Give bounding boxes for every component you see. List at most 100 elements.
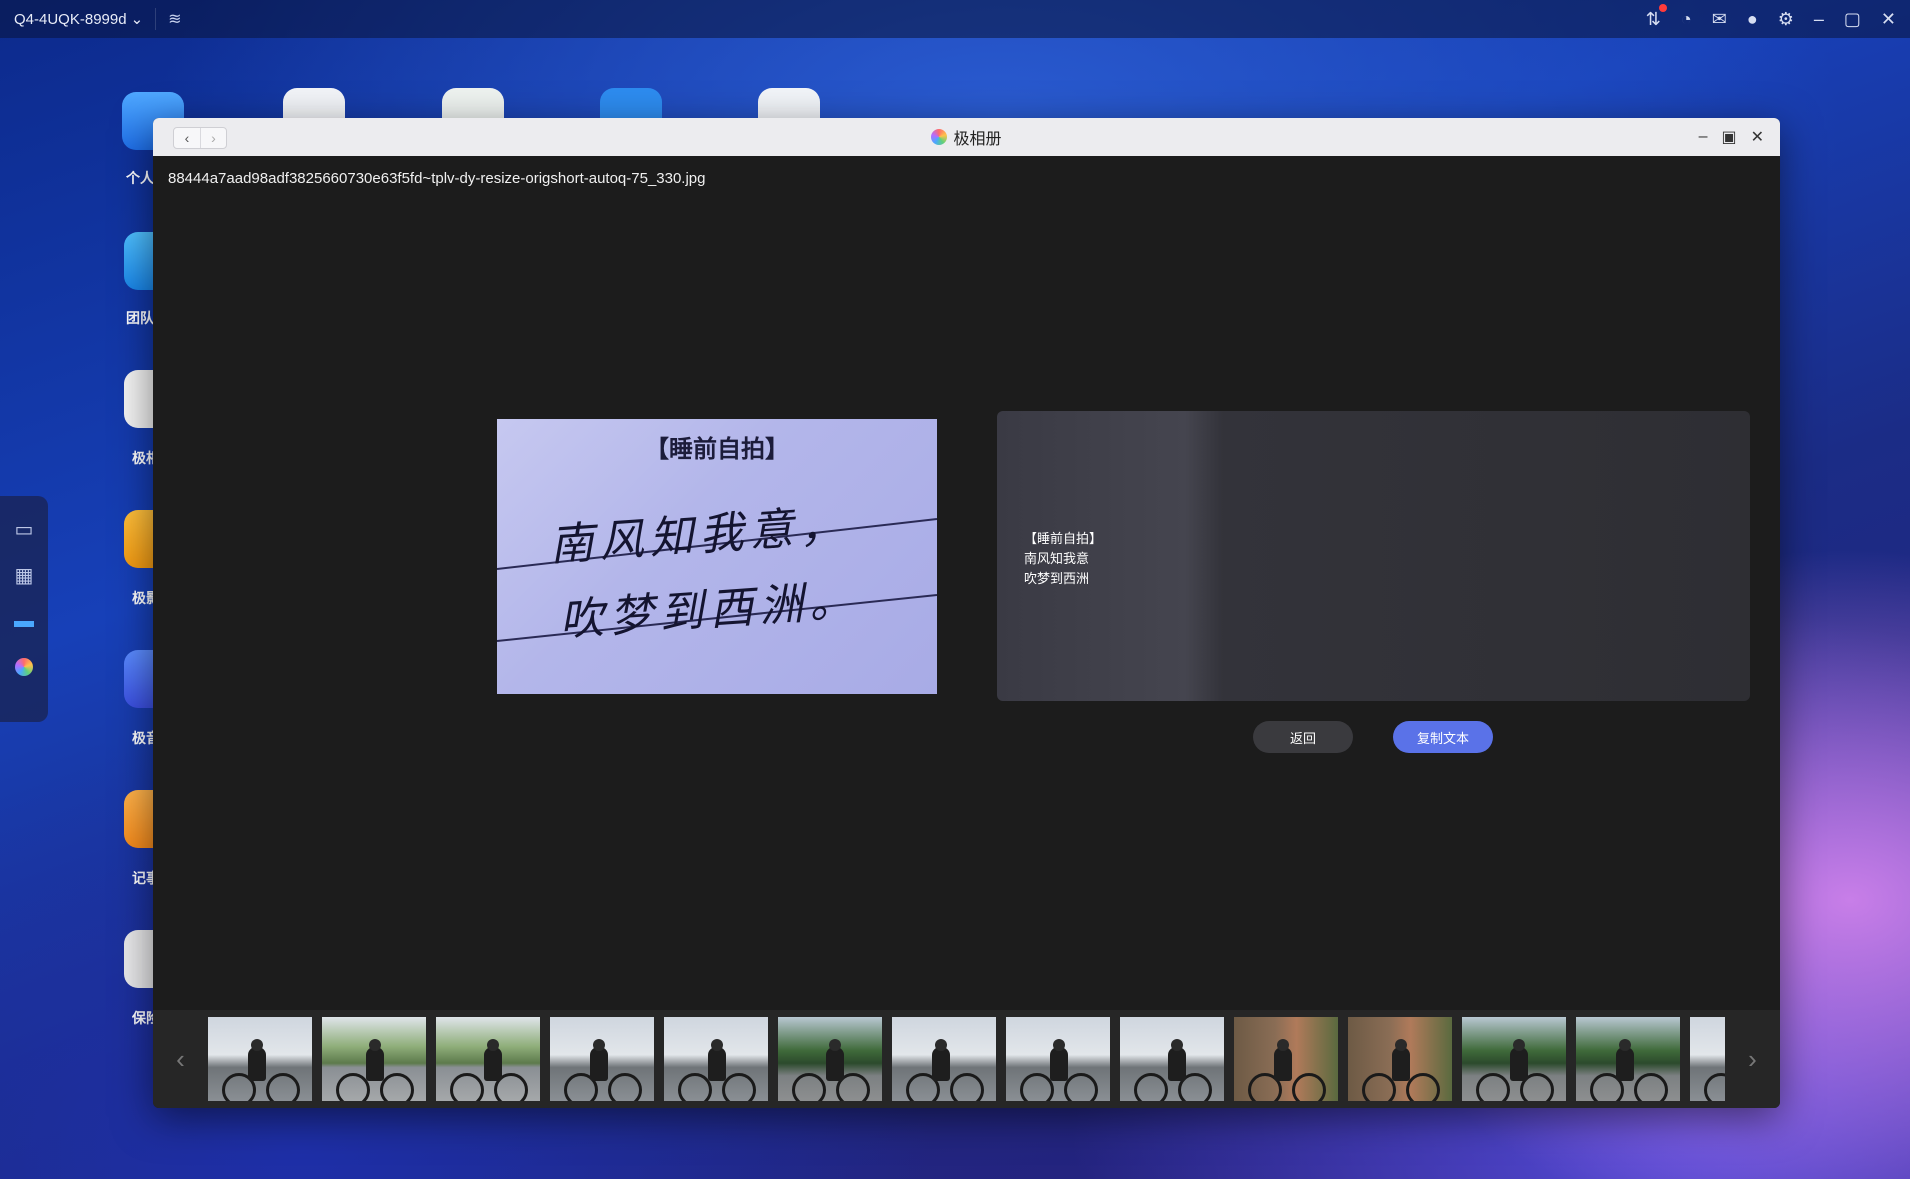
speed-icon[interactable]: ◔ <box>1681 9 1692 30</box>
thumbnail[interactable] <box>436 1017 540 1101</box>
thumb-head <box>1277 1039 1289 1051</box>
thumb-wheel <box>792 1073 826 1101</box>
wifi-icon[interactable]: ≋ <box>168 9 181 29</box>
thumb-wheel <box>722 1073 756 1101</box>
thumb-head <box>935 1039 947 1051</box>
thumb-wheel <box>450 1073 484 1101</box>
thumb-wheel <box>266 1073 300 1101</box>
thumb-wheel <box>678 1073 712 1101</box>
window-title: 极相册 <box>153 125 1780 149</box>
thumbnail[interactable] <box>1690 1017 1725 1101</box>
window-maximize-icon[interactable]: ▣ <box>1721 127 1736 147</box>
thumb-wheel <box>950 1073 984 1101</box>
drive-icon[interactable]: ▭ <box>11 516 37 542</box>
ocr-line-3: 吹梦到西洲 <box>1024 571 1090 586</box>
apps-grid-icon[interactable]: ▦ <box>11 562 37 588</box>
photo-preview: 【睡前自拍】 南风知我意， 吹梦到西洲。 <box>497 419 937 694</box>
thumb-wheel <box>1134 1073 1168 1101</box>
thumb-head <box>251 1039 263 1051</box>
thumb-head <box>1619 1039 1631 1051</box>
mail-icon[interactable]: ✉ <box>1712 9 1727 30</box>
app-logo-icon <box>931 129 948 145</box>
chevron-down-icon: ⌄ <box>130 11 144 28</box>
photos-dock-icon[interactable] <box>11 654 37 680</box>
thumbnail[interactable] <box>1348 1017 1452 1101</box>
thumb-wheel <box>1634 1073 1668 1101</box>
left-dock: ▭ ▦ ▬ <box>0 496 48 722</box>
window-titlebar[interactable]: ‹ › 极相册 – ▣ ✕ <box>153 118 1780 156</box>
thumbnail[interactable] <box>1006 1017 1110 1101</box>
thumb-wheel <box>380 1073 414 1101</box>
device-selector[interactable]: Q4-4UQK-8999d ⌄ <box>14 8 157 30</box>
file-name: 88444a7aad98adf3825660730e63f5fd~tplv-dy… <box>168 170 706 187</box>
desktop-label-team: 团队 <box>126 310 154 326</box>
thumbnail[interactable] <box>892 1017 996 1101</box>
thumbnail-strip: ‹ › <box>153 1010 1780 1108</box>
thumbnail[interactable] <box>1462 1017 1566 1101</box>
thumb-head <box>1395 1039 1407 1051</box>
user-icon[interactable]: ● <box>1747 9 1758 30</box>
thumb-rider <box>1274 1047 1292 1081</box>
thumb-head <box>487 1039 499 1051</box>
system-tray: ⇅ ◔ ✉ ● ⚙ – ▢ ✕ <box>1646 0 1896 38</box>
thumb-head <box>369 1039 381 1051</box>
thumbnail[interactable] <box>322 1017 426 1101</box>
strip-prev-icon[interactable]: ‹ <box>153 1010 208 1108</box>
thumb-rider <box>366 1047 384 1081</box>
thumb-wheel <box>1292 1073 1326 1101</box>
transfer-icon[interactable]: ⇅ <box>1646 3 1667 30</box>
thumbnail[interactable] <box>1576 1017 1680 1101</box>
thumb-wheel <box>1476 1073 1510 1101</box>
thumb-rider <box>1616 1047 1634 1081</box>
close-icon[interactable]: ✕ <box>1881 9 1896 30</box>
device-name: Q4-4UQK-8999d <box>14 10 127 28</box>
photo-app-window: ‹ › 极相册 – ▣ ✕ 88444a7aad98adf3825660730e… <box>153 118 1780 1108</box>
thumb-wheel <box>1064 1073 1098 1101</box>
window-close-icon[interactable]: ✕ <box>1751 127 1764 147</box>
thumb-wheel <box>1406 1073 1440 1101</box>
thumb-rider <box>590 1047 608 1081</box>
ocr-line-2: 南风知我意 <box>1024 551 1090 566</box>
thumb-head <box>1513 1039 1525 1051</box>
thumb-head <box>593 1039 605 1051</box>
thumb-wheel <box>1020 1073 1054 1101</box>
strip-next-icon[interactable]: › <box>1725 1010 1780 1108</box>
maximize-icon[interactable]: ▢ <box>1844 9 1861 30</box>
window-controls: – ▣ ✕ <box>1699 118 1764 156</box>
thumb-head <box>1053 1039 1065 1051</box>
thumbnail-list <box>208 1017 1725 1101</box>
thumb-head <box>829 1039 841 1051</box>
thumb-rider <box>1168 1047 1186 1081</box>
thumb-rider <box>248 1047 266 1081</box>
gear-icon[interactable]: ⚙ <box>1778 9 1794 30</box>
thumb-wheel <box>608 1073 642 1101</box>
minimize-icon[interactable]: – <box>1814 9 1824 30</box>
thumbnail[interactable] <box>208 1017 312 1101</box>
system-top-bar: Q4-4UQK-8999d ⌄ ≋ ⇅ ◔ ✉ ● ⚙ – ▢ ✕ <box>0 0 1910 38</box>
window-title-text: 极相册 <box>953 131 1002 148</box>
thumbnail[interactable] <box>664 1017 768 1101</box>
copy-text-button[interactable]: 复制文本 <box>1393 721 1493 753</box>
ocr-text[interactable]: 【睡前自拍】 南风知我意 吹梦到西洲 <box>1024 529 1102 589</box>
notification-dot <box>1658 3 1667 12</box>
thumbnail[interactable] <box>778 1017 882 1101</box>
thumb-head <box>711 1039 723 1051</box>
ocr-result-panel: 【睡前自拍】 南风知我意 吹梦到西洲 <box>997 411 1750 701</box>
thumb-rider <box>1510 1047 1528 1081</box>
thumb-wheel <box>1704 1073 1725 1101</box>
thumb-rider <box>1050 1047 1068 1081</box>
folder-dock-icon[interactable]: ▬ <box>11 608 37 634</box>
desktop-label-personal: 个人 <box>126 170 154 186</box>
thumb-head <box>1171 1039 1183 1051</box>
thumb-rider <box>484 1047 502 1081</box>
thumb-rider <box>932 1047 950 1081</box>
thumbnail[interactable] <box>1120 1017 1224 1101</box>
thumbnail[interactable] <box>1234 1017 1338 1101</box>
back-button[interactable]: 返回 <box>1253 721 1353 753</box>
thumb-wheel <box>336 1073 370 1101</box>
thumb-rider <box>826 1047 844 1081</box>
ocr-line-1: 【睡前自拍】 <box>1024 531 1103 546</box>
thumbnail[interactable] <box>550 1017 654 1101</box>
window-minimize-icon[interactable]: – <box>1699 128 1708 146</box>
photo-heading: 【睡前自拍】 <box>645 434 789 463</box>
